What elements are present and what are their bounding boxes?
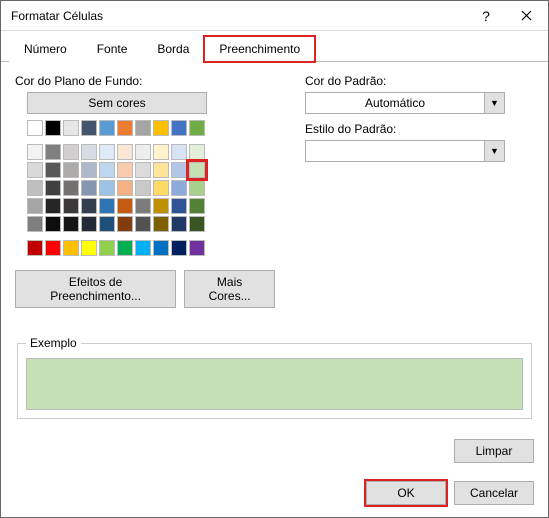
- color-swatch[interactable]: [135, 180, 151, 196]
- color-swatch[interactable]: [189, 240, 205, 256]
- color-swatch[interactable]: [117, 216, 133, 232]
- pattern-style-dropdown[interactable]: ▼: [305, 140, 505, 162]
- color-swatch[interactable]: [153, 216, 169, 232]
- color-swatch[interactable]: [99, 240, 115, 256]
- color-swatch[interactable]: [63, 198, 79, 214]
- color-swatch[interactable]: [81, 120, 97, 136]
- color-swatch[interactable]: [27, 180, 43, 196]
- color-swatch[interactable]: [27, 162, 43, 178]
- color-swatch[interactable]: [135, 120, 151, 136]
- color-swatch[interactable]: [27, 198, 43, 214]
- color-swatch[interactable]: [189, 144, 205, 160]
- close-button[interactable]: [506, 2, 546, 30]
- color-swatch[interactable]: [189, 198, 205, 214]
- pattern-color-label: Cor do Padrão:: [305, 74, 534, 88]
- color-swatch[interactable]: [81, 240, 97, 256]
- color-swatch[interactable]: [189, 120, 205, 136]
- color-swatch[interactable]: [27, 216, 43, 232]
- color-swatch[interactable]: [81, 162, 97, 178]
- color-swatch[interactable]: [27, 120, 43, 136]
- color-swatch[interactable]: [153, 120, 169, 136]
- color-swatch[interactable]: [171, 180, 187, 196]
- pattern-color-dropdown[interactable]: Automático ▼: [305, 92, 505, 114]
- color-swatch[interactable]: [99, 216, 115, 232]
- color-swatch[interactable]: [63, 180, 79, 196]
- color-swatch[interactable]: [117, 180, 133, 196]
- color-swatch[interactable]: [63, 144, 79, 160]
- color-swatch[interactable]: [135, 240, 151, 256]
- color-swatch[interactable]: [81, 180, 97, 196]
- color-swatch[interactable]: [63, 120, 79, 136]
- color-swatch[interactable]: [63, 162, 79, 178]
- chevron-down-icon: ▼: [484, 141, 504, 161]
- tab-strip: Número Fonte Borda Preenchimento: [1, 31, 548, 62]
- no-color-button[interactable]: Sem cores: [27, 92, 207, 114]
- color-swatch[interactable]: [81, 144, 97, 160]
- color-swatch[interactable]: [189, 180, 205, 196]
- color-swatch[interactable]: [135, 216, 151, 232]
- color-swatch[interactable]: [45, 240, 61, 256]
- color-swatch[interactable]: [63, 216, 79, 232]
- cancel-button[interactable]: Cancelar: [454, 481, 534, 505]
- color-swatch[interactable]: [117, 120, 133, 136]
- color-swatch[interactable]: [135, 198, 151, 214]
- help-button[interactable]: ?: [466, 2, 506, 30]
- color-swatch[interactable]: [117, 162, 133, 178]
- color-swatch[interactable]: [153, 144, 169, 160]
- clear-button[interactable]: Limpar: [454, 439, 534, 463]
- close-icon: [521, 10, 532, 21]
- tab-fill[interactable]: Preenchimento: [204, 36, 315, 62]
- color-swatch[interactable]: [171, 120, 187, 136]
- fill-effects-button[interactable]: Efeitos de Preenchimento...: [15, 270, 176, 308]
- more-colors-button[interactable]: Mais Cores...: [184, 270, 275, 308]
- bg-color-label: Cor do Plano de Fundo:: [15, 74, 275, 88]
- color-swatch[interactable]: [45, 216, 61, 232]
- tab-number[interactable]: Número: [9, 36, 82, 62]
- color-palette: [27, 120, 275, 256]
- color-swatch[interactable]: [153, 198, 169, 214]
- color-swatch[interactable]: [81, 216, 97, 232]
- example-legend: Exemplo: [26, 336, 81, 350]
- color-swatch[interactable]: [153, 240, 169, 256]
- tab-border[interactable]: Borda: [142, 36, 204, 62]
- color-swatch[interactable]: [99, 180, 115, 196]
- tab-font[interactable]: Fonte: [82, 36, 143, 62]
- color-swatch[interactable]: [81, 198, 97, 214]
- color-swatch[interactable]: [189, 216, 205, 232]
- color-swatch[interactable]: [153, 162, 169, 178]
- color-swatch[interactable]: [171, 216, 187, 232]
- color-swatch[interactable]: [117, 240, 133, 256]
- color-swatch[interactable]: [45, 198, 61, 214]
- color-swatch[interactable]: [189, 162, 205, 178]
- window-title: Formatar Células: [11, 9, 466, 23]
- color-swatch[interactable]: [27, 144, 43, 160]
- chevron-down-icon: ▼: [484, 93, 504, 113]
- color-swatch[interactable]: [45, 180, 61, 196]
- title-bar: Formatar Células ?: [1, 1, 548, 31]
- color-swatch[interactable]: [45, 144, 61, 160]
- ok-button[interactable]: OK: [366, 481, 446, 505]
- pattern-color-value: Automático: [306, 96, 484, 110]
- color-swatch[interactable]: [171, 162, 187, 178]
- color-swatch[interactable]: [135, 162, 151, 178]
- color-swatch[interactable]: [153, 180, 169, 196]
- color-swatch[interactable]: [99, 198, 115, 214]
- color-swatch[interactable]: [171, 144, 187, 160]
- color-swatch[interactable]: [117, 198, 133, 214]
- color-swatch[interactable]: [27, 240, 43, 256]
- color-swatch[interactable]: [99, 120, 115, 136]
- color-swatch[interactable]: [135, 144, 151, 160]
- color-swatch[interactable]: [45, 120, 61, 136]
- color-swatch[interactable]: [171, 240, 187, 256]
- pattern-style-label: Estilo do Padrão:: [305, 122, 534, 136]
- color-swatch[interactable]: [171, 198, 187, 214]
- dialog-footer: OK Cancelar: [366, 481, 534, 505]
- example-group: Exemplo: [17, 336, 532, 419]
- color-swatch[interactable]: [99, 162, 115, 178]
- color-swatch[interactable]: [117, 144, 133, 160]
- color-swatch[interactable]: [99, 144, 115, 160]
- color-swatch[interactable]: [45, 162, 61, 178]
- example-swatch: [26, 358, 523, 410]
- color-swatch[interactable]: [63, 240, 79, 256]
